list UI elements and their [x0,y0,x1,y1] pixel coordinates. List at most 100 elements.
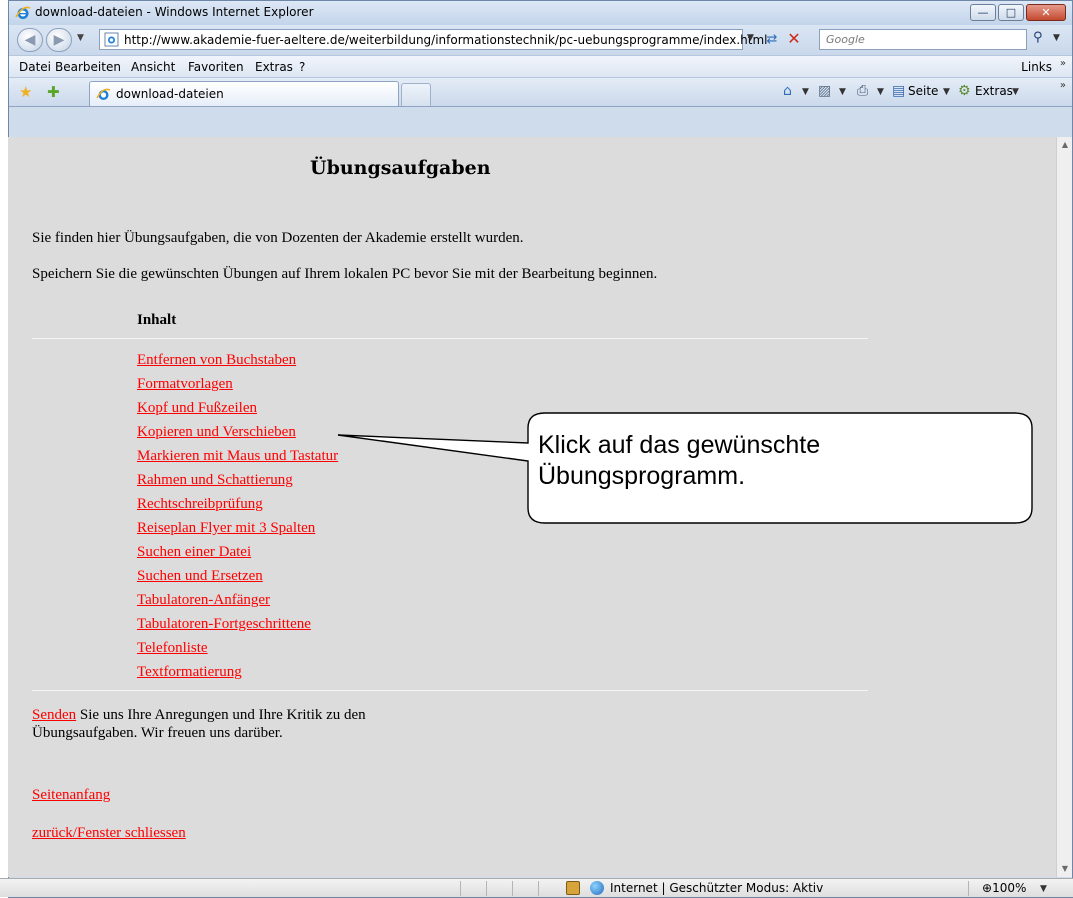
search-options-dropdown[interactable]: ▼ [1053,33,1060,43]
new-tab-button[interactable] [401,83,431,106]
search-icon[interactable]: ⚲ [1033,30,1043,45]
page-icon [104,32,119,47]
feeds-icon[interactable]: ▨ [818,83,831,99]
forward-button[interactable]: ▶ [46,28,72,52]
zoom-level[interactable]: ⊕100% [982,881,1026,895]
menu-favoriten[interactable]: Favoriten [188,60,244,74]
link-reiseplan-flyer[interactable]: Reiseplan Flyer mit 3 Spalten [137,520,338,544]
close-icon: ✕ [1041,6,1051,19]
window-title: download-dateien - Windows Internet Expl… [35,5,314,19]
status-separator [460,881,461,896]
back-arrow-icon: ◀ [24,32,36,48]
feedback-line: Senden Sie uns Ihre Anregungen und Ihre … [32,707,366,724]
status-separator [968,881,969,896]
recent-pages-dropdown[interactable]: ▼ [77,33,84,43]
scroll-down-arrow-icon[interactable]: ▼ [1057,861,1073,877]
link-entfernen-von-buchstaben[interactable]: Entfernen von Buchstaben [137,352,338,376]
home-icon[interactable]: ⌂ [783,83,792,99]
link-tabulatoren-anfaenger[interactable]: Tabulatoren-Anfänger [137,592,338,616]
exercise-link-list: Entfernen von Buchstaben Formatvorlagen … [137,352,338,688]
status-separator [512,881,513,896]
status-separator [538,881,539,896]
zoom-icon: ⊕ [982,881,993,895]
address-text: http://www.akademie-fuer-aeltere.de/weit… [124,33,768,47]
vertical-scrollbar[interactable]: ▲ ▼ [1056,137,1072,877]
menu-help[interactable]: ? [299,60,305,74]
title-bar: download-dateien - Windows Internet Expl… [9,1,1072,25]
instruction-text: Speichern Sie die gewünschten Übungen au… [32,266,658,282]
tab-download-dateien[interactable]: download-dateien [89,81,399,106]
feedback-link[interactable]: Senden [32,707,76,723]
link-telefonliste[interactable]: Telefonliste [137,640,338,664]
zoom-value: 100% [992,881,1027,895]
page-heading: Übungsaufgaben [310,157,491,179]
minimize-button[interactable]: — [970,4,996,21]
back-button[interactable]: ◀ [17,28,43,52]
link-rechtschreibpruefung[interactable]: Rechtschreibprüfung [137,496,338,520]
ie-logo-icon [15,6,31,19]
toc-heading: Inhalt [137,312,177,328]
page-menu-button[interactable]: Seite [908,84,938,98]
feedback-text-2: Übungsaufgaben. Wir freuen uns darüber. [32,725,283,741]
forward-arrow-icon: ▶ [53,32,65,48]
callout-line-2: Übungsprogramm. [538,462,746,490]
page-menu-icon: ▤ [892,83,906,99]
link-markieren-mit-maus-und-tastatur[interactable]: Markieren mit Maus und Tastatur [137,448,338,472]
close-window-button[interactable]: ✕ [1026,4,1066,21]
print-dropdown[interactable]: ▼ [877,87,884,97]
tab-label: download-dateien [116,87,224,101]
tab-bar: ★ ✚ download-dateien ⌂ ▼ ▨ ▼ ⎙ ▼ ▤ Seite… [9,77,1072,107]
feeds-dropdown[interactable]: ▼ [839,87,846,97]
print-icon[interactable]: ⎙ [857,83,868,99]
link-kopf-und-fusszeilen[interactable]: Kopf und Fußzeilen [137,400,338,424]
maximize-button[interactable]: □ [998,4,1024,21]
status-bar: Internet | Geschützter Modus: Aktiv ⊕100… [0,878,1073,897]
stop-icon[interactable]: ✕ [785,30,803,48]
menu-ansicht[interactable]: Ansicht [131,60,175,74]
links-button[interactable]: Links [1021,60,1052,74]
menu-bearbeiten[interactable]: Bearbeiten [55,60,121,74]
callout-text: Klick auf das gewünschte Übungsprogramm. [538,430,820,492]
minimize-icon: — [977,6,989,19]
internet-zone-icon [590,881,604,895]
close-window-link[interactable]: zurück/Fenster schliessen [32,825,186,842]
divider [32,690,868,691]
address-dropdown[interactable]: ▼ [747,33,754,43]
link-rahmen-und-schattierung[interactable]: Rahmen und Schattierung [137,472,338,496]
menu-bar: Datei Bearbeiten Ansicht Favoriten Extra… [9,55,1072,77]
link-kopieren-und-verschieben[interactable]: Kopieren und Verschieben [137,424,338,448]
address-bar[interactable]: http://www.akademie-fuer-aeltere.de/weit… [99,29,767,50]
maximize-icon: □ [1005,6,1017,19]
home-dropdown[interactable]: ▼ [802,87,809,97]
refresh-icon[interactable]: ⇄ [763,31,781,49]
gear-icon: ⚙ [958,83,971,99]
chevron-right-icon[interactable]: » [1060,58,1066,69]
divider [32,338,868,339]
favorites-star-icon[interactable]: ★ [19,83,32,101]
page-menu-dropdown[interactable]: ▼ [943,87,950,97]
feedback-text: Sie uns Ihre Anregungen und Ihre Kritik … [76,707,366,723]
intro-text: Sie finden hier Übungsaufgaben, die von … [32,230,524,246]
link-suchen-einer-datei[interactable]: Suchen einer Datei [137,544,338,568]
tools-menu-dropdown[interactable]: ▼ [1012,87,1019,97]
chevron-right-icon[interactable]: » [1060,80,1066,91]
search-input[interactable]: Google [819,29,1027,50]
menu-extras[interactable]: Extras [255,60,293,74]
protected-mode-icon[interactable] [566,881,580,895]
address-toolbar: ◀ ▶ ▼ http://www.akademie-fuer-aeltere.d… [9,25,1072,55]
menu-datei[interactable]: Datei [19,60,51,74]
link-suchen-und-ersetzen[interactable]: Suchen und Ersetzen [137,568,338,592]
link-formatvorlagen[interactable]: Formatvorlagen [137,376,338,400]
link-tabulatoren-fortgeschrittene[interactable]: Tabulatoren-Fortgeschrittene [137,616,338,640]
page-top-link[interactable]: Seitenanfang [32,787,110,804]
zoom-dropdown[interactable]: ▼ [1040,884,1047,894]
ie-page-icon [96,88,111,100]
link-textformatierung[interactable]: Textformatierung [137,664,338,688]
add-favorite-icon[interactable]: ✚ [47,83,60,101]
tools-menu-button[interactable]: Extras [975,84,1013,98]
search-placeholder: Google [826,33,865,46]
scroll-up-arrow-icon[interactable]: ▲ [1057,137,1073,153]
callout-line-1: Klick auf das gewünschte [538,431,821,459]
security-zone-status[interactable]: Internet | Geschützter Modus: Aktiv [610,881,823,895]
status-separator [486,881,487,896]
